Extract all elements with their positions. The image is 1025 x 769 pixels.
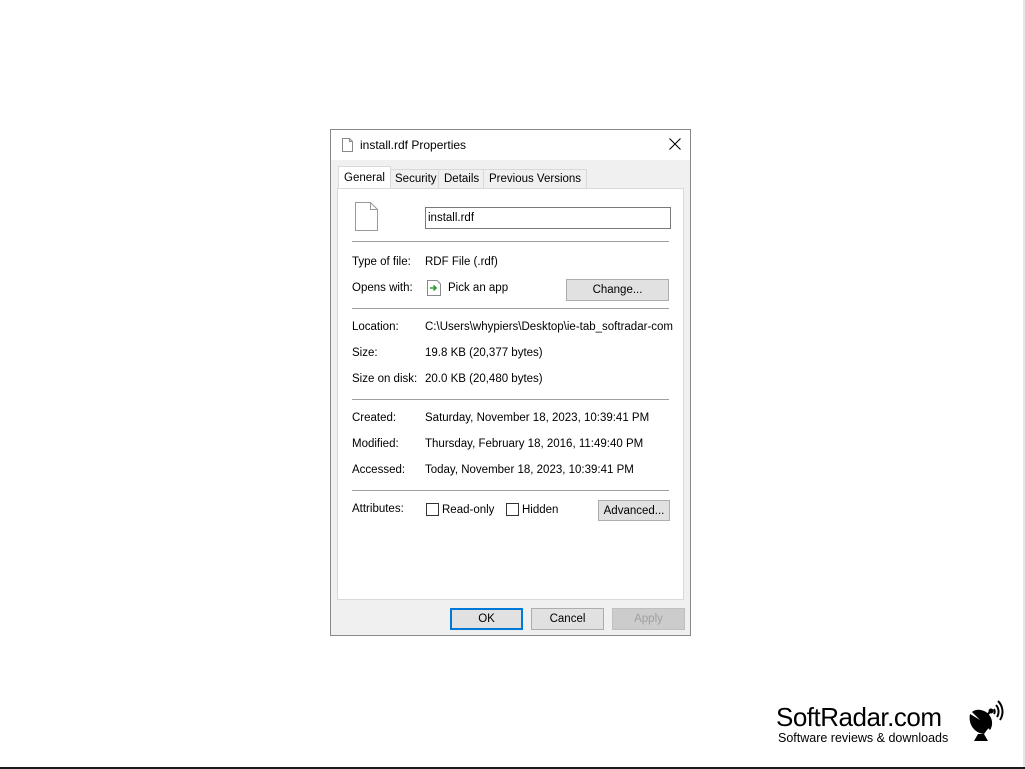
location-value: C:\Users\whypiers\Desktop\ie-tab_softrad… bbox=[425, 321, 673, 333]
attributes-label: Attributes: bbox=[352, 503, 404, 515]
dialog-title: install.rdf Properties bbox=[360, 138, 467, 152]
separator bbox=[352, 490, 669, 491]
watermark-tagline: Software reviews & downloads bbox=[778, 731, 949, 745]
size-label: Size: bbox=[352, 347, 378, 359]
type-of-file-value: RDF File (.rdf) bbox=[425, 256, 498, 268]
watermark-brand: SoftRadar.com bbox=[776, 702, 942, 732]
advanced-button[interactable]: Advanced... bbox=[598, 500, 670, 521]
separator bbox=[352, 308, 669, 309]
file-large-icon bbox=[355, 202, 378, 234]
close-icon bbox=[669, 138, 681, 150]
change-button[interactable]: Change... bbox=[566, 279, 669, 301]
hidden-checkbox[interactable] bbox=[506, 503, 519, 516]
location-label: Location: bbox=[352, 321, 399, 333]
file-icon bbox=[342, 138, 353, 155]
size-on-disk-value: 20.0 KB (20,480 bytes) bbox=[425, 373, 543, 385]
ok-button[interactable]: OK bbox=[450, 608, 523, 630]
modified-value: Thursday, February 18, 2016, 11:49:40 PM bbox=[425, 438, 644, 450]
created-value: Saturday, November 18, 2023, 10:39:41 PM bbox=[425, 412, 650, 424]
opens-with-label: Opens with: bbox=[352, 282, 413, 294]
separator bbox=[352, 399, 669, 400]
general-tab-panel: Type of file: RDF File (.rdf) Opens with… bbox=[337, 188, 684, 600]
tab-general[interactable]: General bbox=[338, 166, 391, 188]
pick-app-icon bbox=[427, 280, 441, 299]
title-bar[interactable]: install.rdf Properties bbox=[331, 130, 690, 160]
file-name-input[interactable] bbox=[425, 207, 671, 229]
size-value: 19.8 KB (20,377 bytes) bbox=[425, 347, 543, 359]
tab-security[interactable]: Security bbox=[389, 169, 443, 188]
separator bbox=[352, 241, 669, 242]
created-label: Created: bbox=[352, 412, 397, 424]
apply-button[interactable]: Apply bbox=[612, 608, 685, 630]
read-only-label: Read-only bbox=[442, 504, 495, 516]
satellite-dish-icon bbox=[966, 700, 1006, 745]
properties-dialog: install.rdf Properties General Security … bbox=[330, 129, 691, 636]
modified-label: Modified: bbox=[352, 438, 399, 450]
accessed-value: Today, November 18, 2023, 10:39:41 PM bbox=[425, 464, 634, 476]
read-only-checkbox[interactable] bbox=[426, 503, 439, 516]
type-of-file-label: Type of file: bbox=[352, 256, 411, 268]
cancel-button[interactable]: Cancel bbox=[531, 608, 604, 630]
tab-previous-versions[interactable]: Previous Versions bbox=[483, 169, 588, 188]
hidden-label: Hidden bbox=[522, 504, 559, 516]
close-button[interactable] bbox=[660, 130, 690, 160]
tab-details[interactable]: Details bbox=[438, 169, 486, 188]
size-on-disk-label: Size on disk: bbox=[352, 373, 418, 385]
accessed-label: Accessed: bbox=[352, 464, 406, 476]
opens-with-value: Pick an app bbox=[448, 282, 509, 294]
